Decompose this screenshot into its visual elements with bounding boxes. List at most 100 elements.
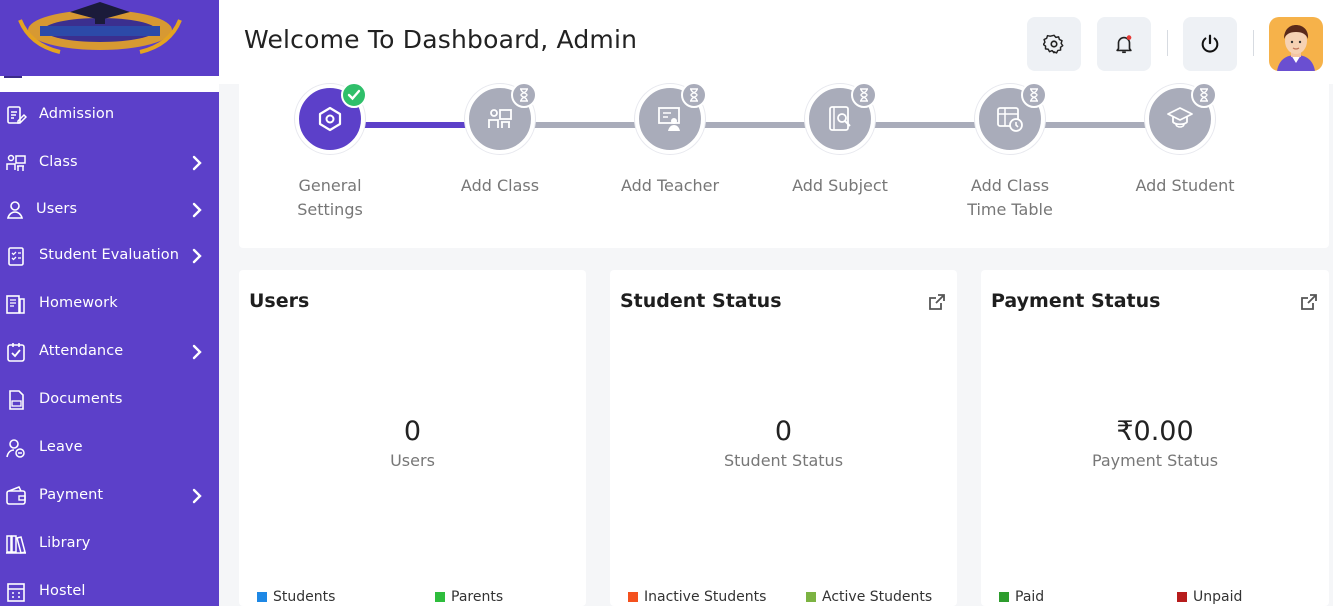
sidebar-item-homework[interactable]: Homework [0, 284, 219, 324]
checklist-icon [8, 247, 24, 266]
hourglass-icon [1030, 88, 1038, 102]
step-add-subject[interactable] [805, 82, 877, 154]
card-subtitle: Payment Status [1091, 451, 1219, 470]
sidebar-item-leave[interactable]: Leave [0, 428, 219, 468]
step-add-class[interactable] [465, 82, 537, 154]
chevron-right-icon [192, 155, 202, 171]
sidebar-item-hostel[interactable]: Hostel [0, 572, 219, 606]
card-subtitle: Users [390, 451, 435, 470]
legend-active-students[interactable]: Active Students [806, 589, 932, 605]
sidebar-item-class[interactable]: Class [0, 143, 219, 183]
legend-paid[interactable]: Paid [999, 589, 1044, 605]
sidebar-item-users[interactable]: Users [0, 190, 219, 230]
step-label: Add Student [1135, 176, 1235, 195]
school-logo-icon [18, 2, 182, 54]
sidebar-item-label: Library [39, 535, 91, 551]
step-connector [861, 122, 989, 128]
legend-students[interactable]: Students [257, 589, 335, 605]
page-title: Welcome To Dashboard, Admin [244, 25, 638, 54]
card-title: Payment Status [991, 290, 1161, 312]
teacher-icon [658, 107, 680, 131]
user-avatar-icon [1277, 25, 1315, 71]
card-title: Users [249, 290, 310, 312]
subject-book-icon [829, 106, 851, 131]
sidebar-item-attendance[interactable]: Attendance [0, 332, 219, 372]
hourglass-icon [1200, 88, 1208, 102]
sidebar-item-documents[interactable]: Documents [0, 380, 219, 420]
step-general-settings[interactable] [295, 82, 367, 154]
sidebar-item-payment[interactable]: Payment [0, 476, 219, 516]
student-status-card: Student Status 0 Student Status Inactive… [610, 270, 957, 606]
sidebar-item-label: Class [39, 154, 78, 170]
step-label: Add Class [460, 176, 540, 195]
step-add-student[interactable] [1145, 82, 1217, 154]
sidebar-item-label: Users [36, 201, 78, 217]
hourglass-icon [690, 88, 698, 102]
step-label: Add Teacher [620, 176, 720, 195]
notifications-button[interactable] [1097, 17, 1151, 71]
logo[interactable] [0, 0, 219, 76]
sidebar-item-label: Admission [39, 106, 115, 122]
step-add-class-time-table[interactable] [975, 82, 1047, 154]
chevron-right-icon [192, 202, 202, 218]
timetable-icon [997, 107, 1023, 132]
settings-hexagon-icon [318, 106, 342, 132]
homework-icon [6, 295, 25, 314]
legend-unpaid[interactable]: Unpaid [1177, 589, 1242, 605]
student-cap-icon [1167, 107, 1193, 128]
users-count: 0 [403, 416, 422, 447]
header-divider [1253, 30, 1254, 56]
chevron-right-icon [192, 248, 202, 264]
step-connector [691, 122, 819, 128]
check-icon [347, 89, 361, 101]
users-card: Users 0 Users Students Parents [239, 270, 586, 606]
hourglass-icon [860, 88, 868, 102]
legend-inactive-students[interactable]: Inactive Students [628, 589, 766, 605]
sidebar-item-label: Student Evaluation [39, 247, 179, 263]
sidebar: Admission Class Users Student Evaluation… [0, 92, 219, 606]
payment-status-card: Payment Status ₹0.00 Payment Status Paid… [981, 270, 1329, 606]
sidebar-item-label: Leave [39, 439, 83, 455]
setup-stepper: General Settings Add Class Add Teacher A… [239, 78, 1329, 248]
gear-icon [1043, 34, 1064, 54]
hostel-icon [7, 583, 25, 602]
student-status-count: 0 [774, 416, 793, 447]
avatar[interactable] [1269, 17, 1323, 71]
sidebar-item-label: Documents [39, 391, 123, 407]
power-icon [1201, 34, 1219, 53]
step-connector-completed [351, 122, 479, 128]
logout-button[interactable] [1183, 17, 1237, 71]
edit-document-icon [7, 106, 27, 124]
hourglass-icon [520, 88, 528, 102]
user-icon [6, 201, 24, 219]
sidebar-item-label: Hostel [39, 583, 86, 599]
app-root: Admission Class Users Student Evaluation… [0, 0, 1333, 606]
card-title: Student Status [620, 290, 782, 312]
external-link-icon[interactable] [1299, 292, 1319, 312]
library-icon [6, 535, 26, 554]
wallet-icon [6, 486, 26, 505]
leave-icon [6, 439, 25, 458]
top-header: Welcome To Dashboard, Admin [219, 0, 1333, 84]
payment-total: ₹0.00 [1116, 416, 1194, 447]
step-label: General Settings [297, 176, 363, 219]
chevron-right-icon [192, 488, 202, 504]
settings-button[interactable] [1027, 17, 1081, 71]
sidebar-scroll-edge [0, 76, 219, 92]
sidebar-item-student-evaluation[interactable]: Student Evaluation [0, 236, 219, 276]
sidebar-item-admission[interactable]: Admission [0, 95, 219, 135]
chevron-right-icon [192, 344, 202, 360]
step-label: Add Class Time Table [967, 176, 1053, 219]
attendance-check-icon [7, 343, 25, 362]
document-icon [9, 390, 24, 410]
step-label: Add Subject [792, 176, 888, 195]
sidebar-item-label: Payment [39, 487, 104, 503]
sidebar-item-label: Homework [39, 295, 118, 311]
external-link-icon[interactable] [927, 292, 947, 312]
legend-parents[interactable]: Parents [435, 589, 503, 605]
sidebar-item-library[interactable]: Library [0, 524, 219, 564]
bell-icon [1116, 35, 1132, 54]
step-add-teacher[interactable] [635, 82, 707, 154]
step-connector [521, 122, 649, 128]
step-connector [1031, 122, 1159, 128]
